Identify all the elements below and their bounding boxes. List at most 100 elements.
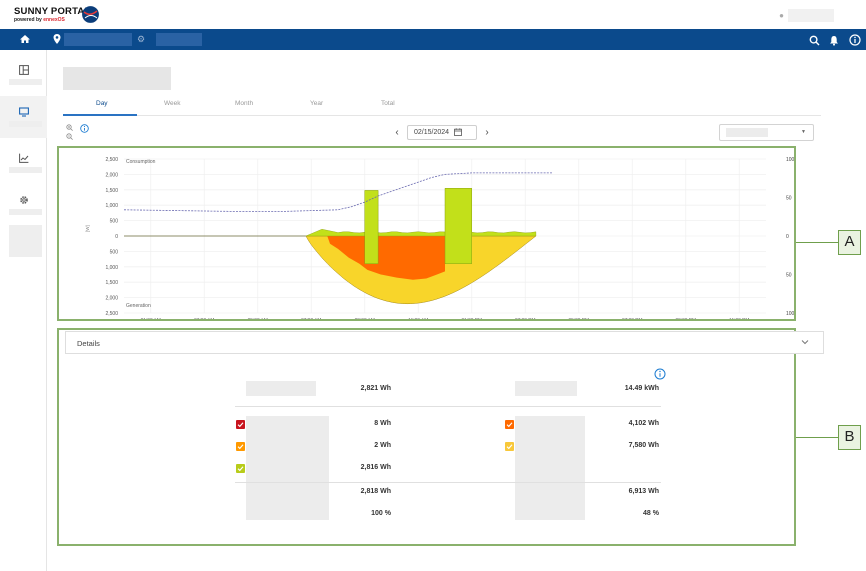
right-percent-value: 48 % xyxy=(643,510,659,517)
checkbox-left-1[interactable] xyxy=(236,420,245,429)
y-right-tick-label: 50 xyxy=(786,196,792,202)
sidebar-label-placeholder xyxy=(9,167,42,173)
sidebar-item-dashboard[interactable] xyxy=(0,54,47,96)
x-tick-label: 01:00 AM xyxy=(141,317,161,319)
x-tick-label: 03:00 PM xyxy=(515,317,536,319)
callout-b: B xyxy=(838,425,861,450)
tab-year[interactable]: Year xyxy=(310,100,323,107)
tab-day[interactable]: Day xyxy=(96,100,108,107)
user-name-placeholder xyxy=(788,9,834,22)
calendar-icon[interactable] xyxy=(454,128,462,136)
dropdown-caret-icon: ▼ xyxy=(801,129,806,135)
plant-settings-icon[interactable]: ⚙ xyxy=(137,33,147,45)
page-title-placeholder xyxy=(63,67,171,90)
checkbox-left-3[interactable] xyxy=(236,464,245,473)
details-header[interactable]: Details xyxy=(65,331,824,354)
left-item-3-value: 2,816 Wh xyxy=(360,464,391,471)
x-tick-label: 11:00 PM xyxy=(729,317,749,319)
y-right-tick-label: 100 xyxy=(786,157,794,163)
chart-info-icon[interactable] xyxy=(80,124,89,133)
y-left-tick-label: 2,000 xyxy=(105,172,118,178)
check-icon xyxy=(506,422,513,428)
date-field[interactable]: 02/15/2024 xyxy=(407,124,477,140)
y-left-tick-label: 1,000 xyxy=(105,265,118,271)
home-icon[interactable] xyxy=(19,33,31,45)
x-tick-label: 05:00 AM xyxy=(248,317,268,319)
check-icon xyxy=(237,466,244,472)
x-tick-label: 01:00 PM xyxy=(461,317,482,319)
left-total-label-placeholder xyxy=(246,381,316,396)
logo[interactable]: SUNNY PORTAL powered by ennexOS xyxy=(14,7,90,23)
active-tab-underline xyxy=(63,114,137,116)
notifications-bell-icon[interactable] xyxy=(829,33,839,51)
energy-chart[interactable]: 2,500 2,000 1,500 1,000 500 0 500 1,000 1,500 2,0… xyxy=(57,146,796,321)
generation-label: Generation xyxy=(126,303,151,309)
sidebar-label-placeholder xyxy=(9,209,42,215)
device-selector[interactable] xyxy=(156,33,202,46)
right-total-label-placeholder xyxy=(515,381,577,396)
left-total-value: 2,821 Wh xyxy=(360,385,391,392)
checkbox-right-2[interactable] xyxy=(505,442,514,451)
left-sum-value: 2,818 Wh xyxy=(360,488,391,495)
globe-logo-icon xyxy=(82,6,99,23)
user-icon: ● xyxy=(779,11,784,20)
logo-text: SUNNY PORTAL xyxy=(14,6,91,17)
y-left-tick-label: 2,500 xyxy=(105,311,118,317)
y-left-tick-label: 2,500 xyxy=(105,157,118,163)
top-navbar: ⚙ xyxy=(0,29,866,50)
details-info-icon[interactable] xyxy=(654,368,666,380)
previous-day-chevron-icon[interactable]: ‹ xyxy=(392,127,402,138)
sidebar-footer-placeholder xyxy=(9,225,42,257)
left-items-label-placeholder xyxy=(246,416,329,520)
y-left-tick-label: 1,500 xyxy=(105,280,118,286)
sidebar xyxy=(0,50,47,571)
next-day-chevron-icon[interactable]: › xyxy=(482,127,492,138)
right-items-label-placeholder xyxy=(515,416,585,520)
checkbox-right-1[interactable] xyxy=(505,420,514,429)
search-icon[interactable] xyxy=(809,33,820,51)
user-menu[interactable]: ● xyxy=(779,9,834,22)
gear-icon xyxy=(20,196,28,204)
consumption-label: Consumption xyxy=(126,159,156,165)
period-tabs: Day Week Month Year Total xyxy=(63,96,821,116)
consumption-area xyxy=(305,229,537,237)
check-icon xyxy=(237,422,244,428)
x-tick-label: 03:00 AM xyxy=(194,317,214,319)
view-select-dropdown[interactable]: ▼ xyxy=(719,124,814,141)
zoom-out-icon[interactable] xyxy=(66,133,73,140)
state-of-charge-line xyxy=(123,172,552,212)
details-title: Details xyxy=(77,339,100,348)
y-left-tick-label: 0 xyxy=(115,234,118,240)
x-tick-label: 09:00 AM xyxy=(355,317,375,319)
x-tick-label: 09:00 PM xyxy=(675,317,696,319)
checkbox-left-2[interactable] xyxy=(236,442,245,451)
left-item-1-value: 8 Wh xyxy=(374,420,391,427)
tab-month[interactable]: Month xyxy=(235,100,253,107)
logo-subtext: powered by ennexOS xyxy=(14,16,65,23)
check-icon xyxy=(237,444,244,450)
y-right-tick-label: 0 xyxy=(786,234,789,240)
details-sum-divider xyxy=(235,482,661,483)
left-percent-value: 100 % xyxy=(371,510,391,517)
tab-week[interactable]: Week xyxy=(164,100,181,107)
tab-total[interactable]: Total xyxy=(381,100,395,107)
sidebar-item-analysis[interactable] xyxy=(0,142,47,184)
zoom-in-icon[interactable] xyxy=(66,124,73,131)
plant-selector[interactable] xyxy=(64,33,132,46)
y-left-tick-label: 1,500 xyxy=(105,188,118,194)
y-right-tick-label: 100 xyxy=(786,311,794,317)
right-item-1-value: 4,102 Wh xyxy=(628,420,659,427)
details-divider xyxy=(235,406,661,407)
x-tick-label: 07:00 PM xyxy=(622,317,643,319)
y-right-tick-label: 50 xyxy=(786,273,792,279)
right-sum-value: 6,913 Wh xyxy=(628,488,659,495)
chevron-down-icon[interactable] xyxy=(800,337,810,347)
energy-chart-canvas: 2,5002,0001,5001,00050005001,0001,5002,0… xyxy=(85,157,794,319)
sidebar-item-configuration[interactable] xyxy=(0,184,47,226)
right-item-2-value: 7,580 Wh xyxy=(628,442,659,449)
sidebar-item-monitoring[interactable] xyxy=(0,96,47,138)
callout-a-line xyxy=(796,242,838,243)
sidebar-label-placeholder xyxy=(9,121,42,127)
date-navigator: ‹ 02/15/2024 › xyxy=(392,124,492,140)
info-icon[interactable] xyxy=(849,33,861,51)
